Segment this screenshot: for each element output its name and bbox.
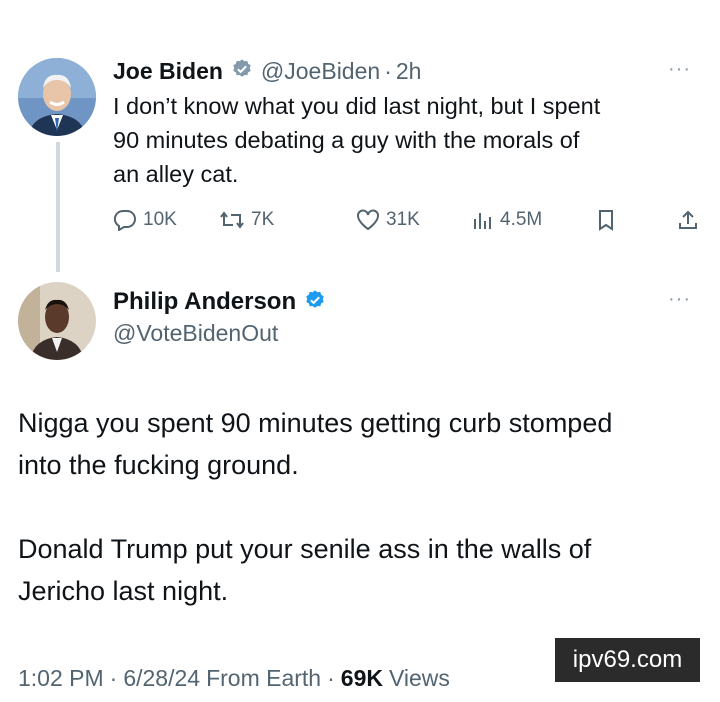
bookmark-icon [596, 209, 616, 231]
tweet2-text-line: into the fucking ground. [18, 450, 299, 480]
tweet2-text-line: Nigga you spent 90 minutes getting curb … [18, 408, 613, 438]
tweet2-text: Nigga you spent 90 minutes getting curb … [18, 402, 708, 612]
tweet2-time[interactable]: 1:02 PM [18, 665, 104, 692]
repost-button[interactable]: 7K [219, 209, 274, 231]
bookmark-button[interactable] [596, 209, 616, 231]
tweet1-text: I don’t know what you did last night, bu… [113, 89, 713, 191]
repost-count: 7K [251, 209, 275, 230]
repost-icon [219, 209, 245, 231]
tweet1-more-icon[interactable]: ··· [668, 58, 691, 81]
verified-badge-icon [304, 289, 326, 316]
tweet2-text-line: Jericho last night. [18, 576, 229, 606]
meta-separator: · [327, 665, 335, 691]
views-button[interactable]: 4.5M [472, 209, 542, 231]
tweet2-view-count: 69K [340, 665, 383, 691]
tweet2-handle[interactable]: @VoteBidenOut [113, 320, 278, 347]
avatar-philip-anderson[interactable] [18, 282, 96, 360]
reply-icon [113, 209, 137, 231]
tweet1-text-line: 90 minutes debating a guy with the moral… [113, 127, 580, 153]
share-button[interactable] [677, 209, 699, 231]
share-icon [677, 209, 699, 231]
verified-badge-icon [231, 58, 253, 85]
analytics-icon [472, 209, 494, 231]
views-count: 4.5M [500, 209, 543, 230]
tweet2-text-line: Donald Trump put your senile ass in the … [18, 534, 592, 564]
tweet2-more-icon[interactable]: ··· [668, 288, 691, 311]
tweet2-meta: 1:02 PM · 6/28/24 From Earth · 69K Views [18, 665, 450, 692]
meta-separator: · [109, 665, 118, 691]
tweet2-source: From Earth [206, 665, 322, 691]
like-count: 31K [386, 209, 420, 230]
tweet2-header: Philip Anderson [113, 286, 326, 318]
tweet2-date[interactable]: 6/28/24 [123, 665, 200, 692]
tweet1-separator: · [384, 57, 392, 84]
watermark: ipv69.com [555, 638, 700, 682]
thread-connector-line [56, 142, 60, 272]
tweet2-views-label: Views [388, 665, 450, 691]
tweet2-author-name[interactable]: Philip Anderson [113, 288, 296, 316]
heart-icon [356, 209, 380, 231]
tweet1-time[interactable]: 2h [396, 58, 422, 85]
tweet2-paragraph: Donald Trump put your senile ass in the … [18, 528, 708, 612]
reply-count: 10K [143, 209, 177, 230]
tweet1-action-bar: 10K 7K 31K 4.5M [113, 206, 703, 236]
avatar-joe-biden[interactable] [18, 58, 96, 136]
like-button[interactable]: 31K [356, 209, 420, 231]
tweet1-header: Joe Biden @JoeBiden · 2h [113, 55, 673, 87]
tweet2-paragraph: Nigga you spent 90 minutes getting curb … [18, 402, 708, 486]
tweet1-text-line: I don’t know what you did last night, bu… [113, 93, 601, 119]
tweet1-author-name[interactable]: Joe Biden [113, 58, 223, 85]
tweet1-text-line: an alley cat. [113, 161, 239, 187]
tweet1-handle[interactable]: @JoeBiden [261, 58, 380, 85]
reply-button[interactable]: 10K [113, 209, 177, 231]
